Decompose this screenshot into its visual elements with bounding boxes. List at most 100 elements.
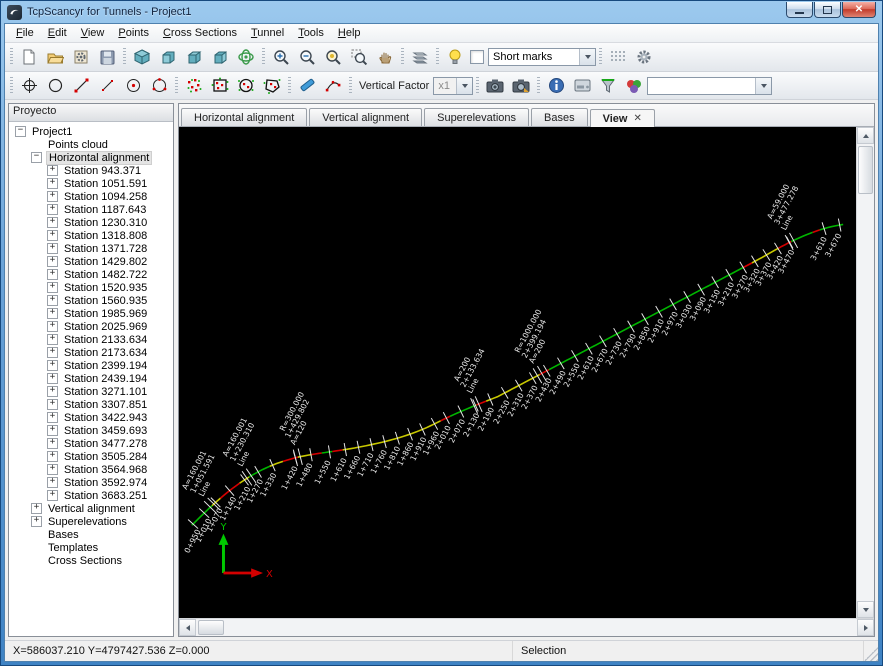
horizontal-scroll-thumb[interactable] [198, 620, 224, 635]
restore-button[interactable] [814, 2, 841, 18]
plus-expander-icon[interactable]: + [47, 464, 58, 475]
tree-item-label[interactable]: Station 1985.969 [62, 308, 149, 320]
tree-item-bases[interactable]: Bases [11, 528, 173, 541]
tree-item-label[interactable]: Station 1230.310 [62, 217, 149, 229]
menu-view[interactable]: View [74, 26, 112, 40]
tree-item-project1[interactable]: − Project1 [11, 125, 173, 138]
tree-item-label[interactable]: Station 2133.634 [62, 334, 149, 346]
tree-item-label[interactable]: Points cloud [46, 139, 110, 151]
plus-expander-icon[interactable]: + [47, 438, 58, 449]
tree-item-label[interactable]: Station 1560.935 [62, 295, 149, 307]
plus-expander-icon[interactable]: + [47, 334, 58, 345]
plus-expander-icon[interactable]: + [31, 516, 42, 527]
marks-mode-combo[interactable]: Short marks [488, 48, 596, 66]
snapshot-export-button[interactable] [508, 74, 534, 98]
properties-button[interactable] [569, 74, 595, 98]
tab-horizontal-alignment[interactable]: Horizontal alignment [181, 108, 308, 126]
marks-mode-combo-arrow[interactable] [579, 49, 595, 65]
tree-item-label[interactable]: Station 1187.643 [62, 204, 148, 216]
circle-tool[interactable] [42, 74, 68, 98]
tree-item-vertical-alignment[interactable]: + Vertical alignment [11, 502, 173, 515]
cross-sections-stack-button[interactable] [407, 45, 433, 69]
tree-item-label[interactable]: Station 2173.634 [62, 347, 149, 359]
tree-item-station-2399-194[interactable]: + Station 2399.194 [11, 359, 173, 372]
tree-item-station-1520-935[interactable]: + Station 1520.935 [11, 281, 173, 294]
tree-item-station-2025-969[interactable]: + Station 2025.969 [11, 320, 173, 333]
menu-points[interactable]: Points [111, 26, 156, 40]
zoom-window-button[interactable] [346, 45, 372, 69]
project-settings-button[interactable] [68, 45, 94, 69]
tree-item-label[interactable]: Superelevations [46, 516, 129, 528]
minimize-button[interactable] [786, 2, 813, 18]
tree-item-station-3422-943[interactable]: + Station 3422.943 [11, 411, 173, 424]
alignment-plot[interactable]: 0+9501+0101+0701+1401+2101+2701+330 1+420… [179, 127, 856, 618]
colors-button[interactable] [621, 74, 647, 98]
tree-item-station-1187-643[interactable]: + Station 1187.643 [11, 203, 173, 216]
tree-item-station-3564-968[interactable]: + Station 3564.968 [11, 463, 173, 476]
tree-item-label[interactable]: Station 1094.258 [62, 191, 149, 203]
open-file-button[interactable] [42, 45, 68, 69]
tree-item-label[interactable]: Vertical alignment [46, 503, 137, 515]
minus-expander-icon[interactable]: − [31, 152, 42, 163]
menu-file[interactable]: File [9, 26, 41, 40]
menu-tunnel[interactable]: Tunnel [244, 26, 291, 40]
tree-item-label[interactable]: Station 3307.851 [62, 399, 149, 411]
tree-item-label[interactable]: Station 1318.808 [62, 230, 149, 242]
orbit-button[interactable] [233, 45, 259, 69]
plus-expander-icon[interactable]: + [47, 178, 58, 189]
tree-item-station-3307-851[interactable]: + Station 3307.851 [11, 398, 173, 411]
menu-cross-sections[interactable]: Cross Sections [156, 26, 244, 40]
tree-item-station-2133-634[interactable]: + Station 2133.634 [11, 333, 173, 346]
scroll-left-icon[interactable] [179, 619, 196, 636]
tree-item-superelevations[interactable]: + Superelevations [11, 515, 173, 528]
close-button[interactable]: ✕ [842, 2, 876, 18]
tree-item-station-3477-278[interactable]: + Station 3477.278 [11, 437, 173, 450]
line-two-points-tool[interactable] [68, 74, 94, 98]
plus-expander-icon[interactable]: + [47, 217, 58, 228]
plus-expander-icon[interactable]: + [47, 425, 58, 436]
tab-bases[interactable]: Bases [531, 108, 588, 126]
plus-expander-icon[interactable]: + [47, 282, 58, 293]
select-rectangle-tool[interactable] [207, 74, 233, 98]
project-tree[interactable]: − Project1 Points cloud − Horizontal alignme… [9, 122, 173, 636]
alignment-canvas[interactable]: 0+950 1+010 1+070 1+140 1+210 1+270 1+330 1+420… [179, 127, 856, 618]
plus-expander-icon[interactable]: + [47, 243, 58, 254]
tree-item-station-1230-310[interactable]: + Station 1230.310 [11, 216, 173, 229]
plus-expander-icon[interactable]: + [47, 373, 58, 384]
save-button[interactable] [94, 45, 120, 69]
circle-points-tool[interactable] [146, 74, 172, 98]
title-bar[interactable]: TcpScancyr for Tunnels - Project1 ✕ [1, 1, 882, 23]
tree-item-label[interactable]: Station 1051.591 [62, 178, 149, 190]
plus-expander-icon[interactable]: + [47, 269, 58, 280]
scroll-up-icon[interactable] [857, 127, 874, 144]
view-side-button[interactable] [207, 45, 233, 69]
plus-expander-icon[interactable]: + [47, 490, 58, 501]
tree-item-label[interactable]: Station 3459.693 [62, 425, 149, 437]
tree-item-station-2439-194[interactable]: + Station 2439.194 [11, 372, 173, 385]
tree-item-station-2173-634[interactable]: + Station 2173.634 [11, 346, 173, 359]
tree-item-station-3505-284[interactable]: + Station 3505.284 [11, 450, 173, 463]
tree-item-label[interactable]: Station 3683.251 [62, 490, 149, 502]
tree-item-label[interactable]: Station 943.371 [62, 165, 143, 177]
tree-item-station-1482-722[interactable]: + Station 1482.722 [11, 268, 173, 281]
menu-edit[interactable]: Edit [41, 26, 74, 40]
tree-item-horizontal-alignment[interactable]: − Horizontal alignment [11, 150, 173, 165]
tree-item-label[interactable]: Horizontal alignment [46, 150, 153, 165]
plus-expander-icon[interactable]: + [47, 477, 58, 488]
horizontal-scrollbar[interactable] [179, 618, 874, 636]
tree-item-station-3683-251[interactable]: + Station 3683.251 [11, 489, 173, 502]
tree-item-station-3592-974[interactable]: + Station 3592.974 [11, 476, 173, 489]
plus-expander-icon[interactable]: + [47, 451, 58, 462]
tree-item-label[interactable]: Station 3271.101 [62, 386, 149, 398]
tree-item-label[interactable]: Cross Sections [46, 555, 124, 567]
points-grid-button[interactable] [605, 45, 631, 69]
vertical-factor-combo[interactable]: x1 [433, 76, 474, 95]
menu-tools[interactable]: Tools [291, 26, 331, 40]
vertical-scrollbar[interactable] [856, 127, 874, 618]
short-marks-checkbox[interactable] [470, 50, 484, 64]
tree-item-station-943-371[interactable]: + Station 943.371 [11, 164, 173, 177]
layer-combo-arrow[interactable] [755, 77, 772, 94]
tree-item-label[interactable]: Station 2025.969 [62, 321, 149, 333]
plus-expander-icon[interactable]: + [47, 399, 58, 410]
select-polygon-tool[interactable] [259, 74, 285, 98]
